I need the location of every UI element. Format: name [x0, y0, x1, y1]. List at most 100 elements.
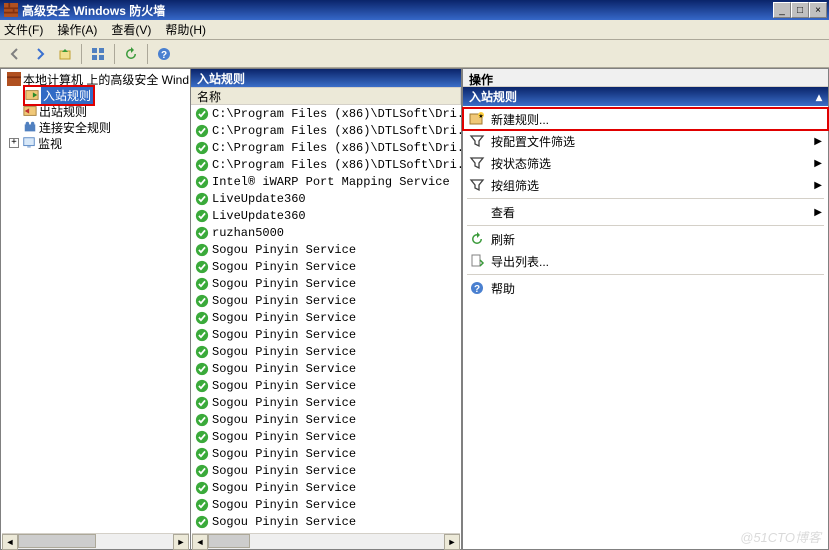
rule-row[interactable]: C:\Program Files (x86)\DTLSoft\Dri... — [191, 122, 461, 139]
action-filter-profile[interactable]: 按配置文件筛选 ▶ — [463, 130, 828, 152]
rule-row[interactable]: Sogou Pinyin Service — [191, 275, 461, 292]
menu-action[interactable]: 操作(A) — [57, 21, 97, 38]
menu-file[interactable]: 文件(F) — [4, 21, 43, 38]
allow-icon — [195, 396, 209, 410]
allow-icon — [195, 260, 209, 274]
close-button[interactable]: × — [809, 2, 827, 18]
tree-monitor[interactable]: + 监视 — [3, 135, 190, 151]
rules-header: 入站规则 — [191, 69, 461, 87]
rule-name: Intel® iWARP Port Mapping Service — [212, 175, 450, 189]
scroll-right-button[interactable]: ► — [173, 534, 189, 550]
scroll-left-button[interactable]: ◄ — [192, 534, 208, 550]
rule-row[interactable]: C:\Program Files (x86)\DTLSoft\Dri... — [191, 156, 461, 173]
rule-name: C:\Program Files (x86)\DTLSoft\Dri... — [212, 107, 461, 121]
back-button[interactable] — [4, 43, 26, 65]
rule-row[interactable]: Sogou Pinyin Service — [191, 309, 461, 326]
tree-connsec-label: 连接安全规则 — [39, 119, 111, 136]
rule-name: Sogou Pinyin Service — [212, 447, 356, 461]
action-filter-group[interactable]: 按组筛选 ▶ — [463, 174, 828, 196]
rule-row[interactable]: ruzhan5000 — [191, 224, 461, 241]
rule-row[interactable]: Sogou Pinyin Service — [191, 343, 461, 360]
menu-help[interactable]: 帮助(H) — [165, 21, 206, 38]
rule-row[interactable]: Sogou Pinyin Service — [191, 513, 461, 530]
allow-icon — [195, 243, 209, 257]
rule-row[interactable]: Sogou Pinyin Service — [191, 292, 461, 309]
rule-row[interactable]: Sogou Pinyin Service — [191, 394, 461, 411]
maximize-button[interactable]: □ — [791, 2, 809, 18]
tree-outbound[interactable]: 出站规则 — [3, 103, 190, 119]
rule-row[interactable]: Sogou Pinyin Service — [191, 462, 461, 479]
svg-text:?: ? — [161, 50, 167, 61]
allow-icon — [195, 379, 209, 393]
allow-icon — [195, 413, 209, 427]
rule-row[interactable]: Sogou Pinyin Service — [191, 360, 461, 377]
submenu-arrow-icon: ▶ — [814, 180, 822, 191]
allow-icon — [195, 141, 209, 155]
inbound-icon — [25, 88, 39, 102]
filter-icon — [469, 155, 485, 171]
rule-row[interactable]: C:\Program Files (x86)\DTLSoft\Dri... — [191, 139, 461, 156]
rule-row[interactable]: Sogou Pinyin Service — [191, 241, 461, 258]
rule-row[interactable]: Sogou Pinyin Service — [191, 258, 461, 275]
tree-inbound-label: 入站规则 — [41, 87, 93, 104]
rule-name: Sogou Pinyin Service — [212, 379, 356, 393]
rule-row[interactable]: Sogou Pinyin Service — [191, 428, 461, 445]
action-export[interactable]: 导出列表... — [463, 250, 828, 272]
tree-connsec[interactable]: 连接安全规则 — [3, 119, 190, 135]
allow-icon — [195, 226, 209, 240]
view-button[interactable] — [87, 43, 109, 65]
action-help[interactable]: ? 帮助 — [463, 277, 828, 299]
rule-name: Sogou Pinyin Service — [212, 396, 356, 410]
rule-row[interactable]: LiveUpdate360 — [191, 190, 461, 207]
allow-icon — [195, 124, 209, 138]
refresh-button[interactable] — [120, 43, 142, 65]
action-view[interactable]: 查看 ▶ — [463, 201, 828, 223]
scroll-right-button[interactable]: ► — [444, 534, 460, 550]
rule-name: Sogou Pinyin Service — [212, 362, 356, 376]
rule-name: ruzhan5000 — [212, 226, 284, 240]
tree-hscroll[interactable]: ◄ ► — [2, 533, 189, 549]
rule-row[interactable]: C:\Program Files (x86)\DTLSoft\Dri... — [191, 105, 461, 122]
toolbar: ? — [0, 40, 829, 68]
up-button[interactable] — [54, 43, 76, 65]
tree-inbound[interactable]: 入站规则 — [3, 87, 190, 103]
action-filter-state-label: 按状态筛选 — [491, 155, 551, 172]
rule-name: C:\Program Files (x86)\DTLSoft\Dri... — [212, 141, 461, 155]
allow-icon — [195, 311, 209, 325]
rule-row[interactable]: Sogou Pinyin Service — [191, 411, 461, 428]
collapse-icon[interactable]: ▴ — [816, 90, 822, 104]
col-name[interactable]: 名称 — [191, 88, 461, 104]
action-refresh-label: 刷新 — [491, 231, 515, 248]
action-new-rule[interactable]: ★ 新建规则... — [463, 108, 828, 130]
action-view-label: 查看 — [491, 204, 515, 221]
actions-subheader: 入站规则 ▴ — [463, 87, 828, 106]
allow-icon — [195, 498, 209, 512]
filter-icon — [469, 177, 485, 193]
action-filter-state[interactable]: 按状态筛选 ▶ — [463, 152, 828, 174]
rule-row[interactable]: Sogou Pinyin Service — [191, 326, 461, 343]
rule-row[interactable]: Intel® iWARP Port Mapping Service — [191, 173, 461, 190]
rules-hscroll[interactable]: ◄ ► — [192, 533, 460, 549]
rule-name: Sogou Pinyin Service — [212, 481, 356, 495]
action-refresh[interactable]: 刷新 — [463, 228, 828, 250]
rule-name: Sogou Pinyin Service — [212, 243, 356, 257]
expand-icon[interactable]: + — [9, 138, 19, 148]
rule-row[interactable]: Sogou Pinyin Service — [191, 377, 461, 394]
refresh-icon — [469, 231, 485, 247]
allow-icon — [195, 158, 209, 172]
rule-row[interactable]: Sogou Pinyin Service — [191, 479, 461, 496]
help-button[interactable]: ? — [153, 43, 175, 65]
rules-list[interactable]: C:\Program Files (x86)\DTLSoft\Dri...C:\… — [191, 105, 461, 549]
rule-row[interactable]: Sogou Pinyin Service — [191, 496, 461, 513]
minimize-button[interactable]: _ — [773, 2, 791, 18]
menu-view[interactable]: 查看(V) — [111, 21, 151, 38]
allow-icon — [195, 464, 209, 478]
forward-button[interactable] — [29, 43, 51, 65]
allow-icon — [195, 430, 209, 444]
rule-row[interactable]: Sogou Pinyin Service — [191, 445, 461, 462]
scroll-left-button[interactable]: ◄ — [2, 534, 18, 550]
firewall-icon — [4, 3, 18, 17]
rule-row[interactable]: LiveUpdate360 — [191, 207, 461, 224]
new-rule-icon: ★ — [469, 111, 485, 127]
allow-icon — [195, 447, 209, 461]
